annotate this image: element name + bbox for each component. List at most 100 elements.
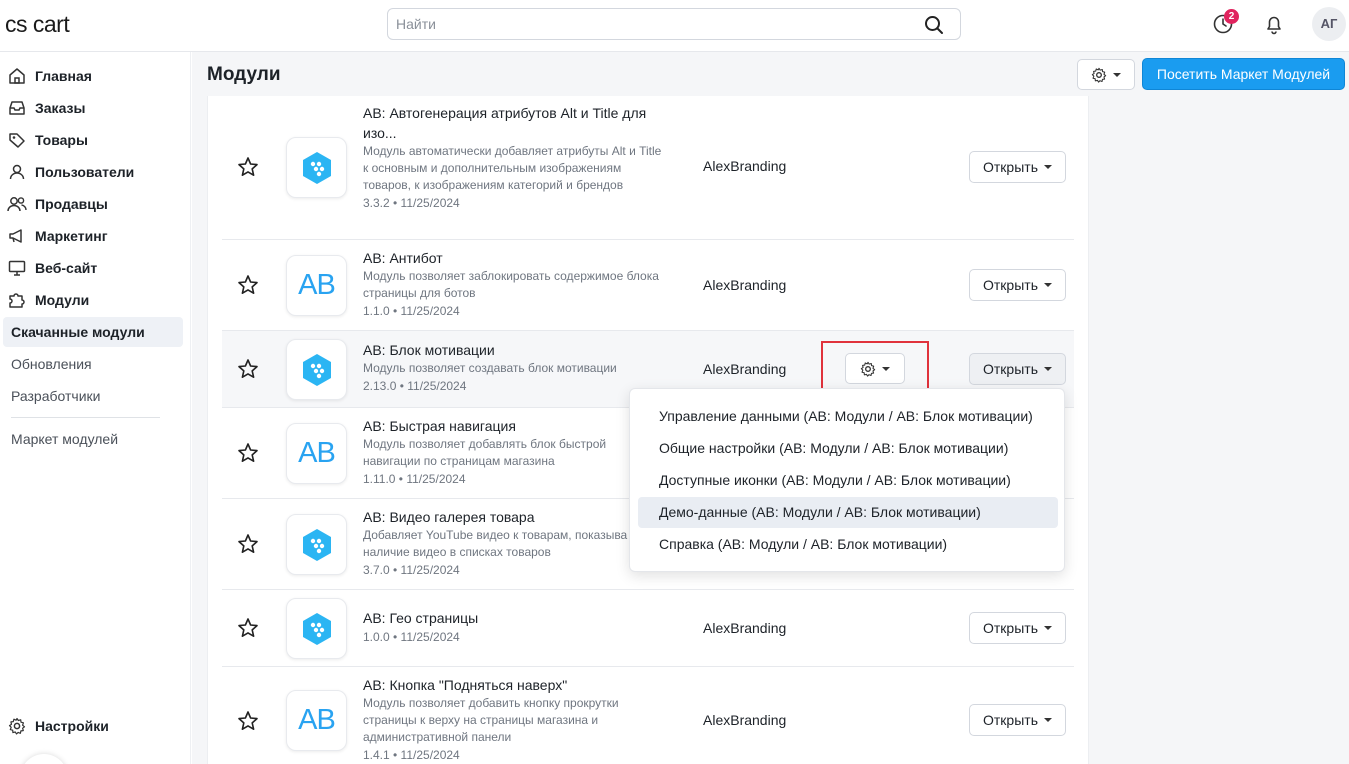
sidebar-item-marketing[interactable]: Маркетинг [0,221,191,251]
module-name[interactable]: АВ: Быстрая навигация [363,416,663,436]
user-icon [7,162,27,182]
search-box[interactable] [387,8,961,40]
module-row: АВ: Автогенерация атрибутов Alt и Title … [222,96,1074,240]
gear-icon [7,716,27,736]
module-logo [286,137,347,198]
menu-item-demo-data[interactable]: Демо-данные (АВ: Модули / АВ: Блок мотив… [638,497,1058,528]
sidebar-subitem-updates[interactable]: Обновления [0,349,191,379]
megaphone-icon [7,226,27,246]
menu-item-data-management[interactable]: Управление данными (АВ: Модули / АВ: Бло… [638,401,1058,432]
visit-marketplace-button[interactable]: Посетить Маркет Модулей [1142,58,1345,90]
star-icon[interactable] [237,442,259,464]
chevron-down-icon [1043,283,1052,287]
menu-item-help[interactable]: Справка (АВ: Модули / АВ: Блок мотивации… [638,529,1058,560]
page-settings-button[interactable] [1077,59,1135,90]
sidebar-item-label: Товары [35,132,88,148]
sidebar-subitem-marketplace[interactable]: Маркет модулей [0,424,191,454]
module-name[interactable]: АВ: Автогенерация атрибутов Alt и Title … [363,103,663,143]
module-author: AlexBranding [703,277,787,293]
chevron-down-icon [1043,718,1052,722]
module-info: АВ: Автогенерация атрибутов Alt и Title … [363,103,663,212]
module-name[interactable]: АВ: Видео галерея товара [363,507,663,527]
module-author: AlexBranding [703,361,787,377]
chevron-down-icon [1043,367,1052,371]
hex-logo-icon [302,151,331,184]
module-name[interactable]: АВ: Кнопка "Подняться наверх" [363,675,663,695]
inbox-icon [7,98,27,118]
sidebar-subitem-downloaded-modules[interactable]: Скачанные модули [3,317,183,347]
sidebar-item-home[interactable]: Главная [0,61,191,91]
open-button[interactable]: Открыть [969,612,1066,644]
menu-item-general-settings[interactable]: Общие настройки (АВ: Модули / АВ: Блок м… [638,433,1058,464]
search-icon[interactable] [924,15,944,35]
avatar[interactable]: АГ [1312,7,1346,41]
module-name[interactable]: АВ: Блок мотивации [363,340,663,360]
open-button[interactable]: Открыть [969,151,1066,183]
open-button[interactable]: Открыть [969,269,1066,301]
module-description: Модуль автоматически добавляет атрибуты … [363,144,662,192]
module-name[interactable]: АВ: Гео страницы [363,608,663,628]
module-info: АВ: Кнопка "Подняться наверх" Модуль поз… [363,675,663,764]
module-logo [286,339,347,400]
module-author: AlexBranding [703,158,787,174]
module-info: АВ: Гео страницы 1.0.0 • 11/25/2024 [363,608,663,646]
sidebar-item-modules[interactable]: Модули [0,285,191,315]
star-icon[interactable] [237,274,259,296]
menu-item-available-icons[interactable]: Доступные иконки (АВ: Модули / АВ: Блок … [638,465,1058,496]
sidebar-item-label: Пользователи [35,164,135,180]
sidebar: Главная Заказы Товары Пользователи Прода… [0,52,191,764]
module-row: AB АВ: Антибот Модуль позволяет заблокир… [222,240,1074,331]
star-icon[interactable] [237,710,259,732]
module-version: 1.11.0 • 11/25/2024 [363,472,466,486]
module-name[interactable]: АВ: Антибот [363,248,663,268]
top-bar: cs cart 2 АГ [0,0,1349,52]
open-button-label: Открыть [983,277,1038,293]
module-logo-text: AB [298,269,336,301]
module-logo: AB [286,255,347,316]
module-settings-dropdown: Управление данными (АВ: Модули / АВ: Бло… [629,388,1065,572]
open-button-label: Открыть [983,159,1038,175]
module-logo-text: AB [298,437,336,469]
hex-logo-icon [302,353,331,386]
module-info: АВ: Видео галерея товара Добавляет YouTu… [363,507,663,579]
open-button[interactable]: Открыть [969,704,1066,736]
bell-icon[interactable] [1263,13,1285,35]
sidebar-item-products[interactable]: Товары [0,125,191,155]
hex-logo-icon [302,612,331,645]
star-icon[interactable] [237,156,259,178]
sidebar-item-label: Маркетинг [35,228,108,244]
module-version: 1.1.0 • 11/25/2024 [363,304,460,318]
sidebar-divider [11,417,160,418]
module-version: 1.0.0 • 11/25/2024 [363,630,460,644]
hex-logo-icon [302,528,331,561]
sidebar-item-website[interactable]: Веб-сайт [0,253,191,283]
users-icon [7,194,27,214]
module-row: АВ: Гео страницы 1.0.0 • 11/25/2024 Alex… [222,590,1074,667]
module-info: АВ: Быстрая навигация Модуль позволяет д… [363,416,663,488]
open-button-label: Открыть [983,361,1038,377]
search-input[interactable] [388,9,908,39]
sidebar-item-settings[interactable]: Настройки [0,711,191,741]
page-title: Модули [207,64,281,85]
sidebar-item-label: Главная [35,68,92,84]
module-description: Модуль позволяет добавлять блок быстрой … [363,437,607,468]
module-row: AB АВ: Кнопка "Подняться наверх" Модуль … [222,667,1074,764]
sidebar-subitem-developers[interactable]: Разработчики [0,381,191,411]
open-button[interactable]: Открыть [969,353,1066,385]
module-logo: AB [286,423,347,484]
sidebar-item-users[interactable]: Пользователи [0,157,191,187]
sidebar-item-orders[interactable]: Заказы [0,93,191,123]
monitor-icon [7,258,27,278]
star-icon[interactable] [237,533,259,555]
module-info: АВ: Антибот Модуль позволяет заблокирова… [363,248,663,320]
sidebar-item-vendors[interactable]: Продавцы [0,189,191,219]
module-logo [286,514,347,575]
sidebar-item-label: Модули [35,292,90,308]
module-description: Модуль позволяет заблокировать содержимо… [363,269,659,300]
star-icon[interactable] [237,617,259,639]
gear-icon [1091,67,1107,83]
app-logo[interactable]: cs cart [5,11,70,38]
open-button-label: Открыть [983,620,1038,636]
chevron-down-icon [1043,626,1052,630]
star-icon[interactable] [237,358,259,380]
